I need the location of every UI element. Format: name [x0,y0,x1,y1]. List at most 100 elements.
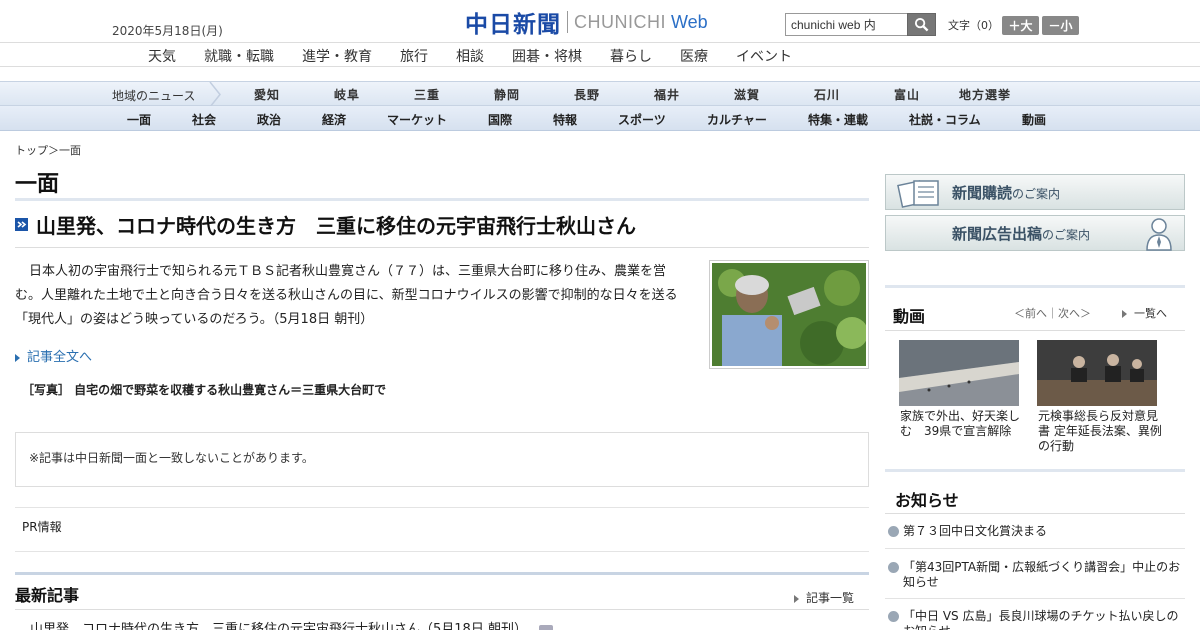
nav-item-weather[interactable]: 天気 [148,46,176,66]
section-tab-special-report[interactable]: 特報 [553,111,577,128]
section-tab-front[interactable]: 一面 [127,111,151,128]
article-photo-image [712,263,866,366]
latest-divider [15,572,869,575]
video-divider-2 [885,330,1185,331]
advertising-banner-text: 新聞広告出稿のご案内 [952,223,1090,244]
video-section-title: 動画 [893,307,926,326]
headline-divider [15,247,869,248]
page-title: 一面 [15,172,60,197]
section-tab-sports[interactable]: スポーツ [618,111,666,128]
section-tab-market[interactable]: マーケット [387,111,447,128]
notice-item-text: 第７３回中日文化賞決まる [903,524,1048,538]
notice-divider-2 [885,513,1185,514]
chevron-right-icon [209,82,221,107]
full-article-link[interactable]: 記事全文へ [15,346,92,365]
video-list-link[interactable]: 一覧へ [1122,305,1167,321]
subscription-banner-sub: のご案内 [1012,187,1061,201]
logo-main-text: 中日新聞 [465,11,561,38]
video-caption[interactable]: 元検事総長ら反対意見書 定年延長法案、異例の行動 [1038,409,1163,454]
video-thumbnail[interactable] [899,340,1019,406]
notice-item[interactable]: 第７３回中日文化賞決まる [888,524,1185,539]
top-nav: 天気 就職・転職 進学・教育 旅行 相談 囲碁・将棋 暮らし 医療 イベント [0,42,1200,67]
nav-item-travel[interactable]: 旅行 [400,46,428,66]
section-tab-society[interactable]: 社会 [192,111,216,128]
subscription-banner-main: 新聞購読 [952,184,1013,202]
font-bigger-button[interactable]: ＋大 [1002,16,1039,35]
notice-separator [885,598,1185,599]
arrow-right-icon [15,218,28,231]
region-item-toyama[interactable]: 富山 [894,86,920,103]
video-prev-next[interactable]: ＜前へ｜次へ＞ [1014,305,1091,321]
latest-article-item-text: 山里発、コロナ時代の生き方 三重に移住の元宇宙飛行士秋山さん（5月18日 朝刊） [30,622,527,630]
region-item-fukui[interactable]: 福井 [654,86,680,103]
video-thumbnail-image [899,340,1019,406]
region-item-shizuoka[interactable]: 静岡 [494,86,520,103]
date-text: 2020年5月18日(月) [112,24,223,38]
latest-article-item[interactable]: 山里発、コロナ時代の生き方 三重に移住の元宇宙飛行士秋山さん（5月18日 朝刊） [30,618,554,630]
region-item-aichi[interactable]: 愛知 [254,86,280,103]
nav-item-education[interactable]: 進学・教育 [302,46,372,66]
latest-articles-more-link[interactable]: 記事一覧 [794,589,854,606]
subscription-banner[interactable]: 新聞購読のご案内 [885,174,1185,210]
pr-divider-top [15,507,869,508]
bullet-arrow-icon [888,562,899,573]
subscription-banner-text: 新聞購読のご案内 [952,182,1060,203]
region-item-local-election[interactable]: 地方選挙 [959,86,1011,103]
advertising-banner-sub: のご案内 [1042,228,1091,242]
nav-item-living[interactable]: 暮らし [610,46,652,66]
person-icon [1146,218,1172,251]
section-tab-editorials[interactable]: 社説・コラム [909,111,981,128]
video-thumbnail[interactable] [1037,340,1157,406]
article-photo[interactable] [709,260,869,369]
region-item-gifu[interactable]: 岐阜 [334,86,360,103]
nav-item-medical[interactable]: 医療 [680,46,708,66]
section-tab-features[interactable]: 特集・連載 [808,111,868,128]
nav-item-igo-shogi[interactable]: 囲碁・将棋 [512,46,582,66]
search-icon [914,17,929,32]
advertising-banner-main: 新聞広告出稿 [952,225,1043,243]
chevron-right-icon [794,594,799,603]
video-caption[interactable]: 家族で外出、好天楽しむ 39県で宣言解除 [900,409,1025,439]
search-button[interactable] [907,13,936,36]
logo-en-text: CHUNICHI [574,11,666,32]
region-item-ishikawa[interactable]: 石川 [814,86,840,103]
notice-section-title: お知らせ [895,491,959,510]
nav-item-event[interactable]: イベント [736,46,792,66]
note-text: ※記事は中日新聞一面と一致しないことがあります。 [29,451,314,465]
notice-item[interactable]: 「第43回PTA新聞・広報紙づくり講習会」中止のお知らせ [888,560,1185,590]
latest-divider-2 [15,609,869,610]
nav-item-consult[interactable]: 相談 [456,46,484,66]
latest-articles-title: 最新記事 [15,586,80,605]
region-item-shiga[interactable]: 滋賀 [734,86,760,103]
region-nav: 地域のニュース 愛知 岐阜 三重 静岡 長野 福井 滋賀 石川 富山 地方選挙 [0,81,1200,107]
site-logo[interactable]: 中日新聞 CHUNICHI Web [465,8,708,38]
font-smaller-button[interactable]: －小 [1042,16,1079,35]
pr-label: PR情報 [22,520,62,534]
video-divider [885,285,1185,288]
region-item-nagano[interactable]: 長野 [574,86,600,103]
section-tab-culture[interactable]: カルチャー [707,111,767,128]
section-tab-politics[interactable]: 政治 [257,111,281,128]
article-headline[interactable]: 山里発、コロナ時代の生き方 三重に移住の元宇宙飛行士秋山さん [36,210,636,239]
notice-divider [885,469,1185,472]
search-input[interactable] [785,13,908,36]
breadcrumb[interactable]: トップ＞一面 [15,142,81,158]
notice-item-text: 「中日 VS 広島」長良川球場のチケット払い戻しのお知らせ [903,609,1179,630]
video-thumbnail-image [1037,340,1157,406]
chevron-right-icon [1122,310,1127,318]
nav-item-jobs[interactable]: 就職・転職 [204,46,274,66]
section-tab-economy[interactable]: 経済 [322,111,346,128]
section-tab-video[interactable]: 動画 [1022,111,1046,128]
pr-divider-bottom [15,551,869,552]
photo-illustration [712,263,866,366]
logo-separator [567,11,568,33]
region-item-mie[interactable]: 三重 [414,86,440,103]
section-tab-international[interactable]: 国際 [488,111,512,128]
logo-web-text: Web [671,11,708,32]
photo-caption: ［写真］ 自宅の畑で野菜を収穫する秋山豊寛さん＝三重県大台町で [22,383,387,397]
bullet-arrow-icon [888,611,899,622]
advertising-banner[interactable]: 新聞広告出稿のご案内 [885,215,1185,251]
notice-separator [885,548,1185,549]
newspaper-icon [897,180,939,208]
notice-item[interactable]: 「中日 VS 広島」長良川球場のチケット払い戻しのお知らせ [888,609,1185,630]
